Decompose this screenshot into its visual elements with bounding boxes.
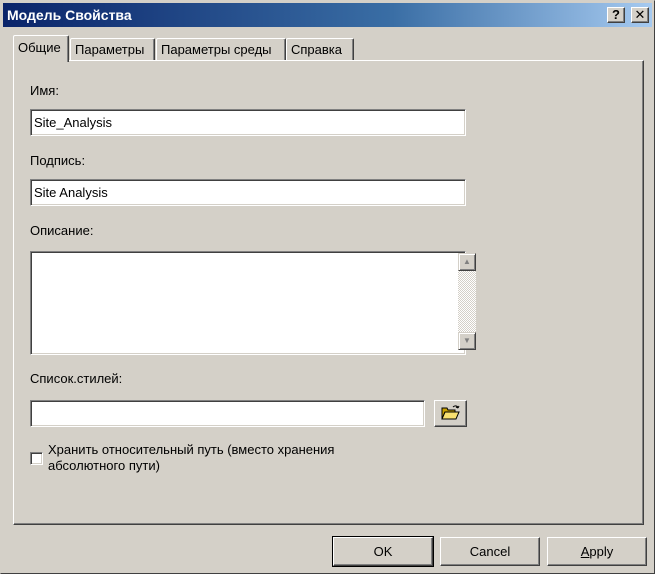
description-label: Описание: — [30, 223, 94, 238]
name-label: Имя: — [30, 83, 59, 98]
name-input[interactable] — [30, 109, 466, 136]
description-box: ▲ ▼ — [30, 251, 476, 355]
caption-label: Подпись: — [30, 153, 86, 168]
close-button[interactable]: ✕ — [631, 7, 649, 23]
description-textarea[interactable] — [30, 251, 466, 355]
scroll-up-button[interactable]: ▲ — [458, 253, 476, 271]
tab-parameters-label: Параметры — [75, 42, 145, 57]
general-tab-panel: Имя: Подпись: Описание: ▲ ▼ Список.стиле… — [13, 60, 644, 525]
browse-button[interactable] — [434, 400, 467, 427]
window-title: Модель Свойства — [7, 7, 132, 23]
stylesheet-label: Список.стилей: — [30, 371, 123, 386]
cancel-button[interactable]: Cancel — [440, 537, 540, 566]
tab-environment[interactable]: Параметры среды — [156, 38, 286, 60]
caption-input[interactable] — [30, 179, 466, 206]
description-scrollbar[interactable]: ▲ ▼ — [458, 253, 476, 350]
stylesheet-input[interactable] — [30, 400, 425, 427]
help-icon: ? — [612, 7, 620, 22]
scroll-down-arrow-icon: ▼ — [463, 336, 471, 345]
apply-button-label: pply — [589, 544, 614, 559]
relative-path-checkbox[interactable] — [30, 452, 43, 465]
cancel-button-label: Cancel — [469, 544, 511, 559]
tab-environment-label: Параметры среды — [161, 42, 272, 57]
tab-help-label: Справка — [291, 42, 342, 57]
apply-button[interactable]: Apply — [547, 537, 647, 566]
help-button[interactable]: ? — [607, 7, 625, 23]
open-folder-icon — [441, 405, 460, 420]
properties-dialog: Модель Свойства ? ✕ Общие Параметры Пара… — [0, 0, 655, 574]
tab-parameters[interactable]: Параметры — [70, 38, 155, 60]
tab-general[interactable]: Общие — [13, 35, 69, 62]
ok-button-label: OK — [373, 544, 393, 559]
close-icon: ✕ — [634, 7, 646, 22]
ok-button[interactable]: OK — [332, 536, 434, 567]
title-bar[interactable]: Модель Свойства ? ✕ — [3, 3, 652, 27]
relative-path-label: Хранить относительный путь (вместо хране… — [48, 442, 335, 473]
tab-general-label: Общие — [18, 40, 61, 55]
scroll-down-button[interactable]: ▼ — [458, 332, 476, 350]
scroll-up-arrow-icon: ▲ — [463, 257, 471, 266]
tab-help[interactable]: Справка — [286, 38, 354, 60]
